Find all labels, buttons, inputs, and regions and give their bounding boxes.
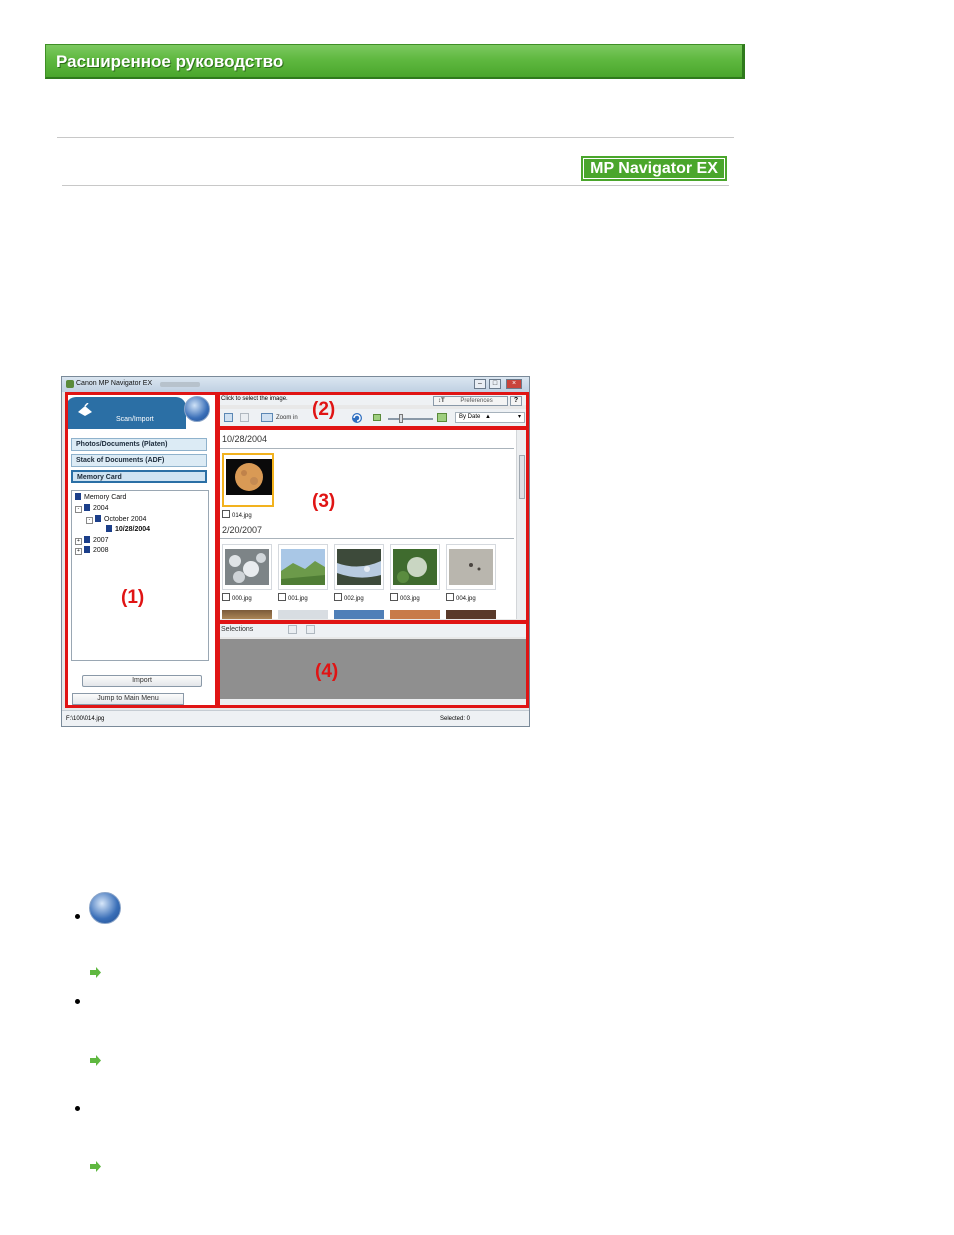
callout-1: (1) — [121, 587, 145, 608]
guide-banner: Расширенное руководство — [45, 44, 745, 79]
app-icon — [66, 380, 74, 388]
menu-globe-icon — [89, 892, 121, 924]
minimize-button[interactable]: – — [474, 379, 486, 389]
title-bar[interactable]: Canon MP Navigator EX – □ × — [62, 377, 529, 392]
callout-3: (3) — [312, 491, 336, 512]
divider-bottom — [62, 185, 729, 186]
title-blur — [160, 382, 200, 387]
bullet — [75, 914, 80, 919]
window-title: Canon MP Navigator EX — [76, 380, 153, 387]
annotation-box-3 — [217, 427, 529, 623]
divider-top — [57, 137, 734, 138]
annotation-box-2 — [217, 392, 529, 429]
arrow-link-icon[interactable] — [89, 966, 102, 979]
status-selected: Selected: 0 — [440, 716, 471, 722]
status-bar: F:\100\014.jpg Selected: 0 — [62, 710, 529, 726]
app-window: Canon MP Navigator EX – □ × Scan/Import … — [61, 376, 530, 727]
annotation-box-1 — [65, 392, 218, 708]
callout-2: (2) — [312, 399, 336, 420]
annotation-box-4 — [217, 621, 529, 708]
arrow-link-icon[interactable] — [89, 1054, 102, 1067]
callout-4: (4) — [315, 661, 339, 682]
guide-title: Расширенное руководство — [56, 52, 284, 71]
status-path: F:\100\014.jpg — [66, 716, 105, 722]
bullet — [75, 1106, 80, 1111]
maximize-button[interactable]: □ — [489, 379, 501, 389]
bullet — [75, 999, 80, 1004]
product-badge: MP Navigator EX — [581, 156, 727, 181]
close-button[interactable]: × — [506, 379, 522, 389]
arrow-link-icon[interactable] — [89, 1160, 102, 1173]
